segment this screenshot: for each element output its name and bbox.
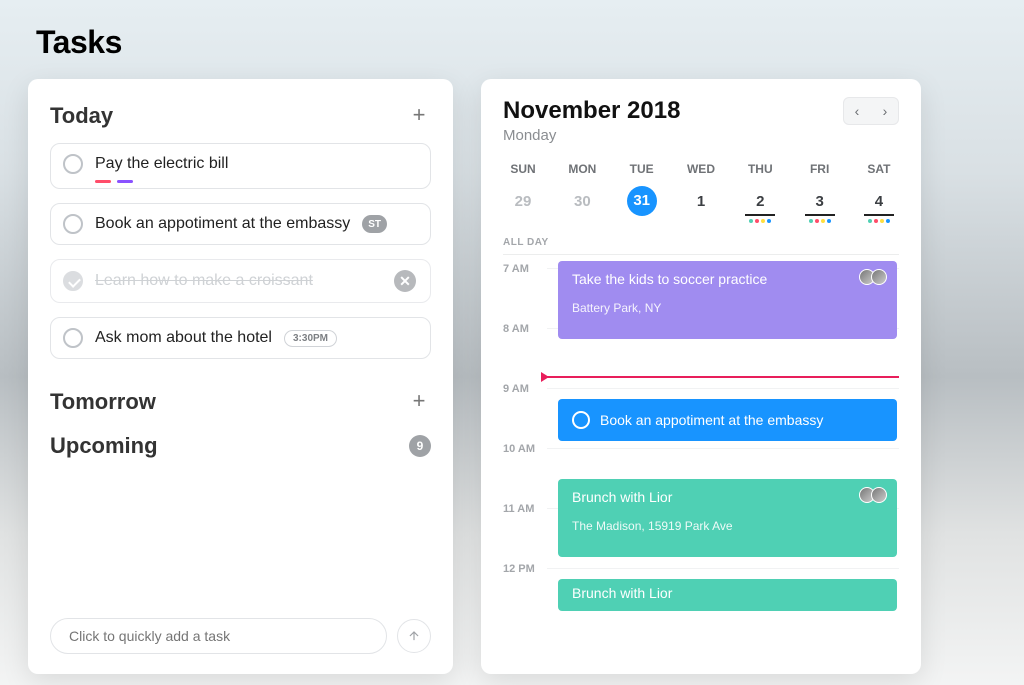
task-item[interactable]: Pay the electric bill bbox=[50, 143, 431, 189]
dow-label: FRI bbox=[800, 162, 840, 176]
quick-add-row bbox=[50, 618, 431, 674]
calendar-event[interactable]: Book an appotiment at the embassy bbox=[558, 399, 897, 441]
page-title: Tasks bbox=[36, 24, 996, 61]
task-checkbox[interactable] bbox=[63, 271, 83, 291]
event-location: The Madison, 15919 Park Ave bbox=[572, 519, 883, 533]
calendar-event[interactable]: Brunch with Lior The Madison, 15919 Park… bbox=[558, 479, 897, 557]
hour-label: 7 AM bbox=[503, 261, 547, 275]
dow-label: SUN bbox=[503, 162, 543, 176]
prev-week-button[interactable]: ‹ bbox=[846, 100, 868, 122]
dow-label: MON bbox=[562, 162, 602, 176]
event-title: Brunch with Lior bbox=[572, 585, 883, 601]
task-time-pill: 3:30PM bbox=[284, 330, 337, 347]
hour-label: 11 AM bbox=[503, 501, 547, 515]
section-today-header: Today + bbox=[50, 103, 431, 129]
section-title-today: Today bbox=[50, 103, 113, 129]
task-checkbox[interactable] bbox=[63, 328, 83, 348]
dow-label: SAT bbox=[859, 162, 899, 176]
add-task-tomorrow-button[interactable]: + bbox=[407, 390, 431, 414]
calendar-dayname: Monday bbox=[503, 127, 680, 144]
calendar-panel: November 2018 Monday ‹ › SUN MON TUE WED… bbox=[481, 79, 921, 674]
task-item[interactable]: Book an appotiment at the embassy ST bbox=[50, 203, 431, 245]
hour-label: 12 PM bbox=[503, 561, 547, 575]
date-cell[interactable]: 1 bbox=[681, 186, 721, 223]
task-item[interactable]: Ask mom about the hotel 3:30PM bbox=[50, 317, 431, 359]
hour-label: 8 AM bbox=[503, 321, 547, 335]
upcoming-count-badge: 9 bbox=[409, 435, 431, 457]
task-text: Pay the electric bill bbox=[95, 155, 228, 173]
task-badge: ST bbox=[362, 215, 387, 233]
calendar-event[interactable]: Brunch with Lior bbox=[558, 579, 897, 611]
quick-add-input[interactable] bbox=[50, 618, 387, 654]
add-task-today-button[interactable]: + bbox=[407, 104, 431, 128]
date-cell[interactable]: 4 bbox=[859, 186, 899, 223]
event-title: Book an appotiment at the embassy bbox=[600, 412, 823, 428]
tasks-panel: Today + Pay the electric bill Book an ap… bbox=[28, 79, 453, 674]
all-day-row: ALL DAY bbox=[503, 237, 899, 255]
date-cell[interactable]: 30 bbox=[562, 186, 602, 223]
all-day-label: ALL DAY bbox=[503, 237, 549, 248]
section-title-tomorrow: Tomorrow bbox=[50, 389, 156, 415]
task-text: Book an appotiment at the embassy bbox=[95, 215, 350, 233]
event-location: Battery Park, NY bbox=[572, 301, 883, 315]
calendar-event[interactable]: Take the kids to soccer practice Battery… bbox=[558, 261, 897, 339]
dow-row: SUN MON TUE WED THU FRI SAT bbox=[503, 162, 899, 176]
ring-icon bbox=[572, 411, 590, 429]
quick-add-submit-button[interactable] bbox=[397, 619, 431, 653]
dow-label: THU bbox=[740, 162, 780, 176]
hour-label: 9 AM bbox=[503, 381, 547, 395]
tag-chip bbox=[95, 180, 111, 183]
event-avatars bbox=[863, 487, 887, 503]
date-cell[interactable]: 2 bbox=[740, 186, 780, 223]
event-title: Take the kids to soccer practice bbox=[572, 271, 883, 287]
next-week-button[interactable]: › bbox=[874, 100, 896, 122]
calendar-nav: ‹ › bbox=[843, 97, 899, 125]
date-row: 29 30 31 1 2 3 4 bbox=[503, 186, 899, 223]
event-avatars bbox=[863, 269, 887, 285]
task-text: Ask mom about the hotel bbox=[95, 329, 272, 347]
dow-label: TUE bbox=[622, 162, 662, 176]
section-upcoming-header[interactable]: Upcoming 9 bbox=[50, 433, 431, 459]
tag-chip bbox=[117, 180, 133, 183]
timeline: 7 AM 8 AM 9 AM 10 AM 11 AM 12 PM Take th… bbox=[503, 261, 899, 674]
arrow-up-icon bbox=[407, 629, 421, 643]
remove-task-button[interactable]: ✕ bbox=[394, 270, 416, 292]
calendar-month: November 2018 bbox=[503, 97, 680, 125]
event-title: Brunch with Lior bbox=[572, 489, 883, 505]
task-checkbox[interactable] bbox=[63, 154, 83, 174]
date-cell[interactable]: 29 bbox=[503, 186, 543, 223]
task-tags bbox=[95, 180, 133, 183]
section-title-upcoming: Upcoming bbox=[50, 433, 158, 459]
date-cell[interactable]: 3 bbox=[800, 186, 840, 223]
task-text: Learn how to make a croissant bbox=[95, 272, 313, 290]
task-item[interactable]: Learn how to make a croissant ✕ bbox=[50, 259, 431, 303]
dow-label: WED bbox=[681, 162, 721, 176]
date-cell-selected[interactable]: 31 bbox=[622, 186, 662, 223]
hour-label: 10 AM bbox=[503, 441, 547, 455]
task-checkbox[interactable] bbox=[63, 214, 83, 234]
section-tomorrow-header: Tomorrow + bbox=[50, 389, 431, 415]
